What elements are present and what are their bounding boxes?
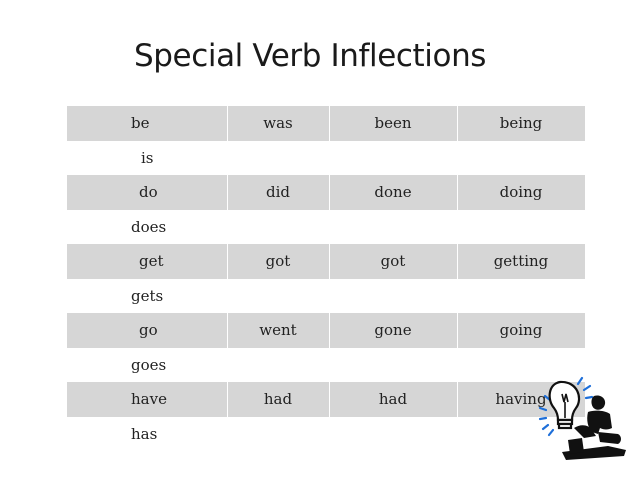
column-divider bbox=[457, 175, 458, 210]
table-cell: go bbox=[139, 321, 158, 340]
column-divider bbox=[457, 382, 458, 417]
column-divider bbox=[457, 106, 458, 141]
column-divider bbox=[227, 313, 228, 348]
table-cell: be bbox=[131, 114, 150, 133]
table-cell: went bbox=[259, 321, 297, 340]
table-cell: going bbox=[499, 321, 543, 340]
column-divider bbox=[227, 175, 228, 210]
table-cell: got bbox=[380, 252, 406, 271]
table-cell: doing bbox=[499, 183, 543, 202]
table-cell: do bbox=[139, 183, 158, 202]
table-cell: getting bbox=[493, 252, 549, 271]
table-row: have had had having bbox=[67, 382, 585, 417]
table-cell: been bbox=[374, 114, 412, 133]
column-divider bbox=[329, 244, 330, 279]
column-divider bbox=[329, 106, 330, 141]
table-cell: got bbox=[265, 252, 291, 271]
column-divider bbox=[457, 244, 458, 279]
column-divider bbox=[227, 106, 228, 141]
table-cell: had bbox=[378, 390, 408, 409]
lightbulb-icon bbox=[548, 380, 581, 430]
table-cell: did bbox=[265, 183, 290, 202]
table-cell: is bbox=[141, 148, 154, 167]
table-row: be was been being bbox=[67, 106, 585, 141]
table-cell: being bbox=[499, 114, 543, 133]
table-row: do did done doing bbox=[67, 175, 585, 210]
slide-title: Special Verb Inflections bbox=[134, 38, 487, 74]
lightbulb-thinker-icon bbox=[538, 376, 626, 460]
table-row: is bbox=[67, 140, 585, 175]
table-cell: does bbox=[131, 217, 167, 236]
table-cell: gets bbox=[131, 286, 164, 305]
table-row: go went gone going bbox=[67, 313, 585, 348]
column-divider bbox=[329, 382, 330, 417]
table-cell: done bbox=[374, 183, 412, 202]
table-row: gets bbox=[67, 278, 585, 313]
table-cell: get bbox=[139, 252, 164, 271]
table-row: has bbox=[67, 416, 585, 451]
table-row: get got got getting bbox=[67, 244, 585, 279]
table-cell: had bbox=[263, 390, 293, 409]
table-cell: was bbox=[263, 114, 293, 133]
table-cell: has bbox=[131, 424, 158, 443]
column-divider bbox=[329, 313, 330, 348]
verb-table: be was been being is do did done doing d… bbox=[67, 106, 585, 451]
column-divider bbox=[329, 175, 330, 210]
column-divider bbox=[227, 382, 228, 417]
table-cell: gone bbox=[374, 321, 412, 340]
table-cell: have bbox=[131, 390, 167, 409]
table-row: goes bbox=[67, 347, 585, 382]
table-row: does bbox=[67, 209, 585, 244]
column-divider bbox=[227, 244, 228, 279]
table-cell: goes bbox=[131, 355, 167, 374]
column-divider bbox=[457, 313, 458, 348]
